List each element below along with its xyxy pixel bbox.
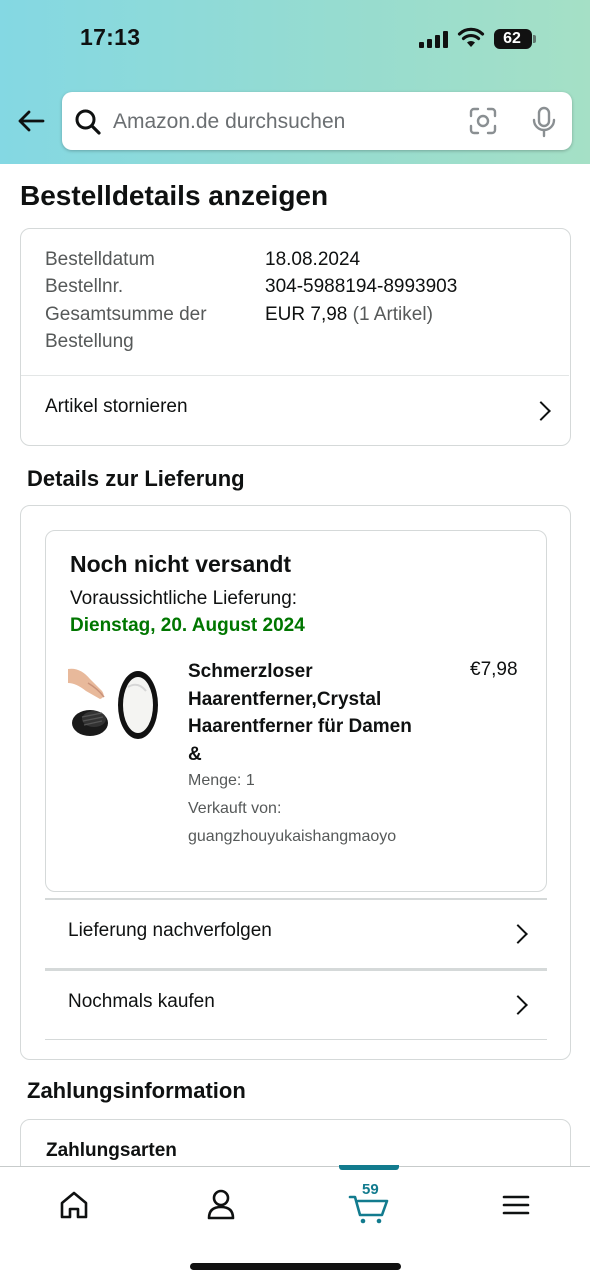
cart-count-badge: 59 [362, 1181, 379, 1198]
delivery-eta-label: Voraussichtliche Lieferung: [70, 588, 298, 609]
order-total-amount: EUR 7,98 [265, 304, 348, 325]
chevron-right-icon [508, 924, 528, 944]
search-bar[interactable]: Amazon.de durchsuchen [62, 92, 572, 150]
search-input[interactable]: Amazon.de durchsuchen [113, 92, 345, 152]
product-quantity: Menge: 1 [188, 772, 255, 789]
order-total-value: EUR 7,98 (1 Artikel) [265, 304, 433, 326]
page-title: Bestelldetails anzeigen [20, 180, 329, 211]
product-image[interactable] [68, 661, 164, 747]
battery-icon: 62 [494, 29, 532, 49]
search-icon [75, 109, 101, 135]
home-indicator [190, 1263, 401, 1270]
bottom-navigation: 59 [0, 1165, 590, 1280]
payment-methods-label: Zahlungsarten [46, 1140, 177, 1161]
product-title[interactable]: Schmerzloser Haarentferner,Crystal Haare… [188, 658, 428, 768]
buy-again-label[interactable]: Nochmals kaufen [68, 991, 215, 1013]
wifi-icon [457, 27, 485, 47]
order-number-label: Bestellnr. [45, 276, 124, 297]
battery-level: 62 [503, 30, 521, 47]
chevron-right-icon [508, 995, 528, 1015]
cart-active-indicator [339, 1165, 399, 1170]
cancel-items-label[interactable]: Artikel stornieren [45, 396, 188, 418]
track-delivery-label[interactable]: Lieferung nachverfolgen [68, 920, 272, 942]
seller-label: Verkauft von: [188, 800, 282, 817]
order-summary-card: Bestelldatum 18.08.2024 Bestellnr. 304-5… [20, 228, 571, 446]
delivery-section-title: Details zur Lieferung [27, 466, 245, 491]
payment-section-title: Zahlungsinformation [27, 1078, 246, 1103]
account-icon[interactable] [201, 1185, 241, 1225]
order-item-count: (1 Artikel) [352, 304, 433, 325]
order-date-value: 18.08.2024 [265, 249, 361, 270]
order-date-label: Bestelldatum [45, 249, 155, 270]
delivery-eta-date: Dienstag, 20. August 2024 [70, 615, 305, 636]
camera-search-icon[interactable] [468, 106, 498, 136]
shipment-status: Noch nicht versandt [70, 551, 292, 577]
battery-tip [533, 35, 536, 43]
order-number-value: 304-5988194-8993903 [265, 276, 458, 297]
delivery-card: Noch nicht versandt Voraussichtliche Lie… [20, 505, 571, 1060]
microphone-icon[interactable] [531, 106, 557, 138]
status-time: 17:13 [80, 24, 141, 50]
seller-name[interactable]: guangzhouyukaishangmaoyo [188, 828, 396, 846]
home-icon[interactable] [54, 1185, 94, 1225]
app-header: 17:13 62 Amazon.de durchsuchen [0, 0, 590, 164]
buy-again-row[interactable]: Nochmals kaufen [45, 971, 547, 1037]
menu-icon[interactable] [496, 1185, 536, 1225]
divider [45, 1039, 547, 1040]
order-total-label-line2: Bestellung [45, 331, 134, 352]
product-price: €7,98 [470, 659, 518, 680]
chevron-right-icon [531, 401, 551, 421]
cellular-signal-icon [419, 30, 449, 48]
track-delivery-row[interactable]: Lieferung nachverfolgen [45, 900, 547, 966]
order-total-label-line1: Gesamtsumme der [45, 304, 207, 325]
cancel-items-row[interactable]: Artikel stornieren [21, 376, 569, 444]
shipment-card: Noch nicht versandt Voraussichtliche Lie… [45, 530, 547, 892]
back-arrow-icon[interactable] [14, 104, 48, 138]
